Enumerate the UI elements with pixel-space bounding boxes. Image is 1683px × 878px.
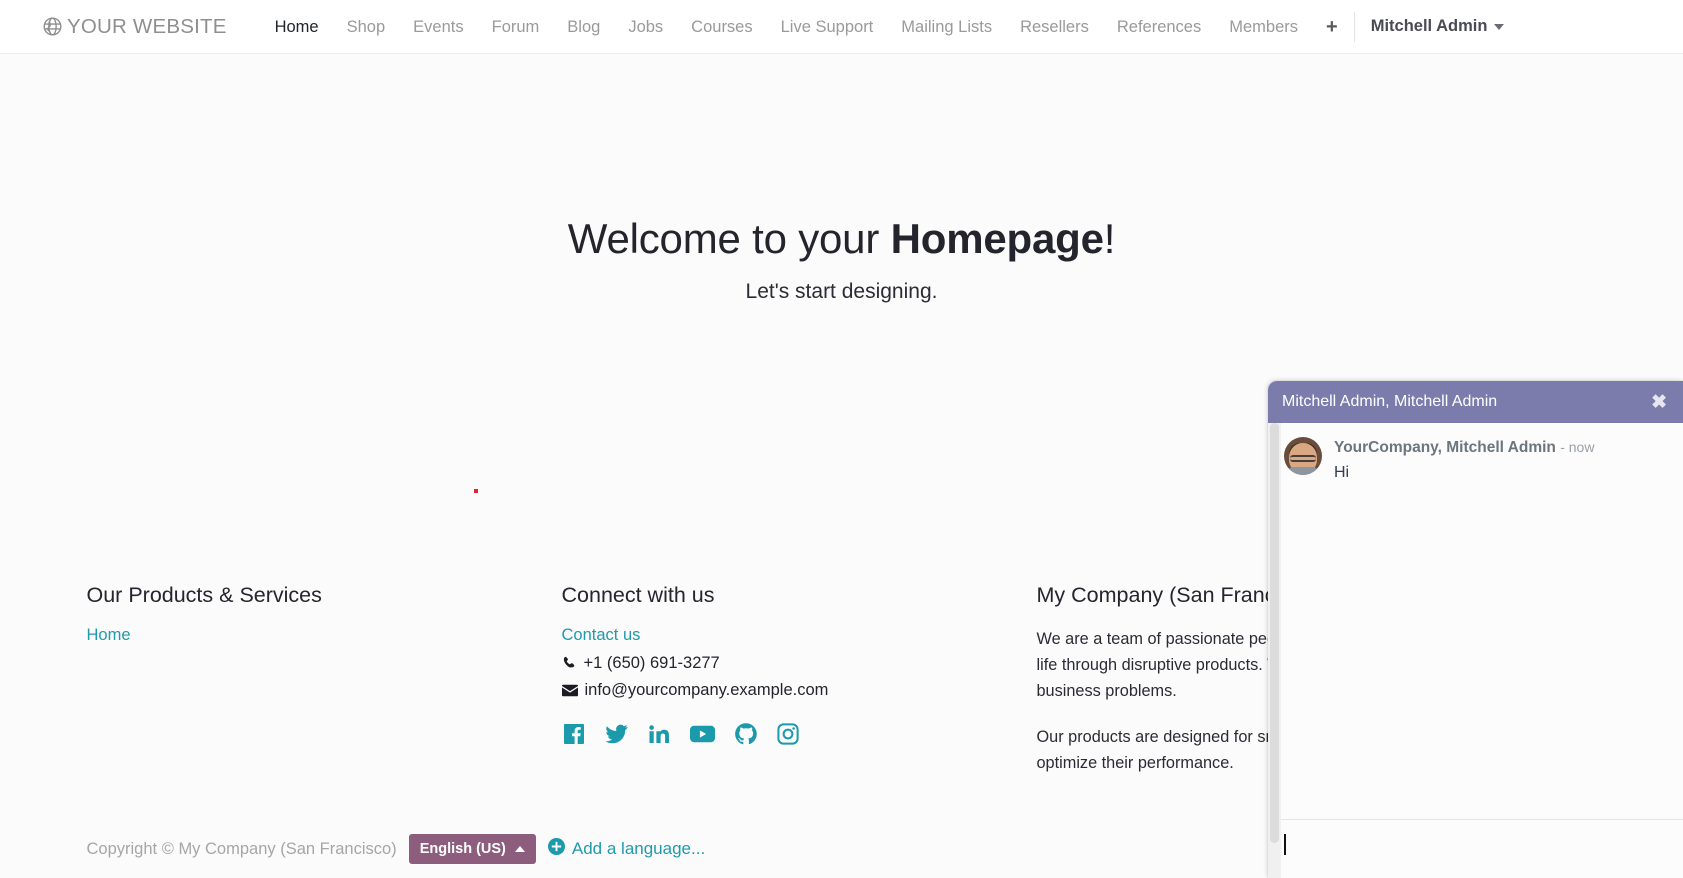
footer-email-row: info@yourcompany.example.com [561,681,1037,700]
nav-item-resellers[interactable]: Resellers [1006,0,1103,54]
nav-item-home[interactable]: Home [261,0,333,54]
instagram-icon[interactable] [776,722,800,746]
chat-message-timestamp: - now [1560,439,1595,455]
page-title-strong: Homepage [890,215,1104,262]
chat-window-title: Mitchell Admin, Mitchell Admin [1282,393,1498,410]
nav-item-members[interactable]: Members [1215,0,1312,54]
user-menu-label: Mitchell Admin [1370,17,1488,35]
footer-phone-row: +1 (650) 691-3277 [562,654,1037,673]
footer-column-connect: Connect with us Contact us +1 (650) 691-… [561,555,1037,820]
plus-circle-icon [547,838,565,860]
nav-item-live-support[interactable]: Live Support [767,0,888,54]
nav-item-references[interactable]: References [1103,0,1215,54]
nav-item-courses[interactable]: Courses [677,0,766,54]
site-brand-logo[interactable]: YOUR WEBSITE [42,15,227,39]
linkedin-icon[interactable] [647,722,671,746]
language-selector-button[interactable]: English (US) [408,834,536,864]
user-menu[interactable]: Mitchell Admin [1357,17,1515,36]
youtube-icon[interactable] [689,722,716,746]
chat-composer[interactable] [1268,820,1683,878]
chat-scrollbar-thumb[interactable] [1270,423,1279,843]
footer-column-title: Our Products & Services [86,583,322,607]
plus-icon[interactable]: + [1312,0,1352,54]
add-language-link[interactable]: Add a language... [547,838,706,860]
twitter-icon[interactable] [604,722,629,746]
page-title: Welcome to your Homepage! [0,215,1683,263]
phone-icon [562,656,577,671]
red-marker-dot [474,489,478,493]
nav-item-shop[interactable]: Shop [333,0,400,54]
chat-window: Mitchell Admin, Mitchell Admin ✖ YourCom… [1268,381,1683,878]
page-root: YOUR WEBSITE Home Shop Events Forum Blog… [0,0,1683,878]
chat-message-author: YourCompany, Mitchell Admin [1334,439,1556,456]
chat-window-header[interactable]: Mitchell Admin, Mitchell Admin ✖ [1268,381,1683,423]
top-navbar: YOUR WEBSITE Home Shop Events Forum Blog… [0,0,1683,54]
footer-phone-number: +1 (650) 691-3277 [583,654,720,672]
envelope-icon [561,684,578,697]
footer-column-title: Connect with us [561,583,715,607]
nav-item-events[interactable]: Events [399,0,477,54]
avatar [1284,437,1322,475]
footer-email-address: info@yourcompany.example.com [584,681,829,699]
social-links [562,722,1037,746]
chat-message: YourCompany, Mitchell Admin - now Hi [1284,437,1667,484]
nav-item-blog[interactable]: Blog [553,0,614,54]
language-selector-label: English (US) [419,841,506,857]
nav-item-mailing-lists[interactable]: Mailing Lists [887,0,1006,54]
chat-input-caret [1284,834,1286,855]
page-title-suffix: ! [1103,215,1116,262]
copyright-text: Copyright © My Company (San Francisco) [86,839,397,858]
page-title-prefix: Welcome to your [567,215,891,262]
caret-up-icon [514,846,525,852]
chevron-down-icon [1494,23,1505,30]
globe-icon [42,16,63,37]
page-subtitle: Let's start designing. [745,280,938,303]
navbar-divider [1353,11,1355,42]
footer-link-home[interactable]: Home [87,626,562,645]
facebook-icon[interactable] [562,722,586,746]
nav-item-forum[interactable]: Forum [478,0,554,54]
close-icon[interactable]: ✖ [1649,391,1669,414]
primary-navigation: Home Shop Events Forum Blog Jobs Courses… [261,0,1352,54]
chat-message-body: Hi [1334,464,1350,481]
site-brand-text: YOUR WEBSITE [67,14,227,38]
chat-message-list: YourCompany, Mitchell Admin - now Hi [1268,423,1683,819]
chat-scrollbar[interactable] [1268,423,1281,878]
github-icon[interactable] [734,722,758,746]
footer-link-contact-us[interactable]: Contact us [562,626,1037,645]
chat-message-header: YourCompany, Mitchell Admin - now [1334,437,1667,458]
add-language-label: Add a language... [571,839,706,858]
nav-item-jobs[interactable]: Jobs [614,0,677,54]
footer-column-products: Our Products & Services Home [87,555,562,820]
